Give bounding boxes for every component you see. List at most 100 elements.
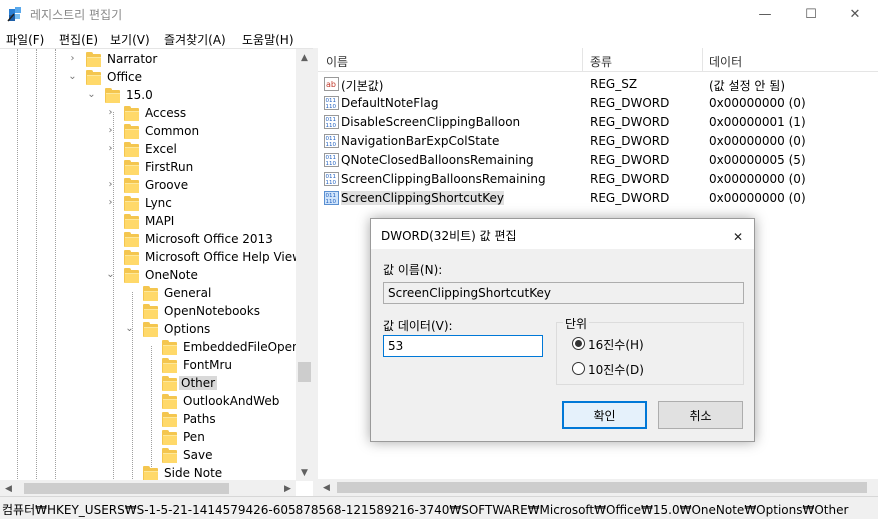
regedit-app-icon: [7, 7, 21, 22]
value-name: ScreenClippingShortcutKey: [341, 191, 504, 205]
value-data: 0x00000005 (5): [709, 153, 806, 167]
collapse-chevron-icon[interactable]: ⌄: [67, 71, 78, 84]
collapse-chevron-icon[interactable]: ⌄: [86, 89, 97, 102]
base-group-label: 단위: [563, 315, 590, 332]
value-type: REG_SZ: [590, 77, 638, 91]
menu-help[interactable]: 도움말(H): [242, 31, 294, 48]
tree-node-label: Pen: [183, 430, 205, 444]
scroll-left-icon[interactable]: ◀: [0, 480, 17, 497]
expand-chevron-icon[interactable]: ›: [105, 143, 116, 156]
tree-node-label: Narrator: [107, 52, 158, 66]
binary-value-icon: 011110: [324, 172, 339, 186]
expand-chevron-icon[interactable]: ›: [105, 125, 116, 138]
collapse-chevron-icon[interactable]: ⌄: [124, 323, 135, 336]
collapse-chevron-icon[interactable]: ⌄: [105, 269, 116, 282]
scroll-left-icon[interactable]: ◀: [318, 479, 335, 496]
list-row-selected[interactable]: 011 110 ScreenClippingShortcutKey REG_DWO…: [318, 189, 878, 208]
tree-node-label: EmbeddedFileOpenConfirmation: [183, 340, 296, 354]
folder-icon: [143, 322, 159, 338]
close-icon: ✕: [733, 230, 744, 244]
tree-node-label: Microsoft Office 2013: [145, 232, 273, 246]
registry-tree: › Narrator ⌄ Office ⌄ 15.0 › Access › Co…: [0, 49, 296, 481]
value-data-input[interactable]: 53: [383, 335, 543, 357]
folder-icon: [86, 52, 102, 68]
list-row[interactable]: 011 110 DisableScreenClippingBalloon REG_…: [318, 113, 878, 132]
folder-icon: [124, 106, 140, 122]
value-name: QNoteClosedBalloonsRemaining: [341, 153, 534, 167]
list-horizontal-scrollbar[interactable]: ◀: [318, 479, 878, 496]
list-row[interactable]: 011 110 DefaultNoteFlag REG_DWORD 0x00000…: [318, 94, 878, 113]
ok-button[interactable]: 확인: [562, 401, 647, 429]
tree-guide-line: [36, 49, 37, 481]
tree-node-label: Side Note: [164, 466, 223, 480]
list-row[interactable]: 011 110 ScreenClippingBalloonsRemaining R…: [318, 170, 878, 189]
string-value-icon: ab: [324, 77, 339, 91]
value-name-field: ScreenClippingShortcutKey: [383, 282, 744, 304]
svg-text:110: 110: [326, 142, 337, 148]
registry-tree-pane: › Narrator ⌄ Office ⌄ 15.0 › Access › Co…: [0, 48, 313, 497]
list-row[interactable]: 011 110 NavigationBarExpColState REG_DWOR…: [318, 132, 878, 151]
expand-chevron-icon[interactable]: ›: [105, 197, 116, 210]
tree-horizontal-scrollbar[interactable]: ◀ ▶: [0, 480, 296, 497]
maximize-button[interactable]: ☐: [788, 0, 834, 28]
scroll-right-icon[interactable]: ▶: [279, 480, 296, 497]
folder-icon: [124, 196, 140, 212]
hex-radio[interactable]: [572, 337, 585, 350]
menu-edit[interactable]: 편집(E): [59, 31, 98, 48]
menu-file[interactable]: 파일(F): [6, 31, 44, 48]
column-header-type[interactable]: 종류: [590, 53, 612, 70]
tree-guide-line: [55, 49, 56, 481]
value-data: 0x00000000 (0): [709, 134, 806, 148]
cancel-button[interactable]: 취소: [658, 401, 743, 429]
folder-icon: [86, 70, 102, 86]
value-name: ScreenClippingBalloonsRemaining: [341, 172, 546, 186]
value-data: (값 설정 안 됨): [709, 79, 786, 93]
dialog-title-bar: DWORD(32비트) 값 편집 ✕: [371, 219, 754, 249]
menu-view[interactable]: 보기(V): [110, 31, 150, 48]
expand-chevron-icon[interactable]: ›: [105, 107, 116, 120]
hex-radio-label[interactable]: 16진수(H): [588, 336, 644, 353]
dialog-close-button[interactable]: ✕: [723, 222, 753, 246]
value-name: (기본값): [341, 79, 384, 93]
column-header-name[interactable]: 이름: [326, 53, 348, 70]
minimize-button[interactable]: —: [742, 0, 788, 28]
value-name: DisableScreenClippingBalloon: [341, 115, 521, 129]
binary-value-icon: 011110: [324, 96, 339, 110]
tree-node-label: Save: [183, 448, 213, 462]
tree-node-label: OpenNotebooks: [164, 304, 260, 318]
tree-node-label: Groove: [145, 178, 189, 192]
minimize-icon: —: [758, 6, 772, 22]
expand-chevron-icon[interactable]: ›: [67, 53, 78, 66]
folder-icon: [143, 466, 159, 481]
folder-icon: [162, 412, 178, 428]
folder-icon: [162, 448, 178, 464]
column-divider[interactable]: [702, 48, 703, 72]
scroll-thumb[interactable]: [337, 482, 867, 493]
scroll-thumb[interactable]: [24, 483, 229, 494]
menu-favorites[interactable]: 즐겨찾기(A): [164, 31, 226, 48]
close-window-button[interactable]: ✕: [832, 0, 878, 28]
list-row[interactable]: 011 110 QNoteClosedBalloonsRemaining REG_…: [318, 151, 878, 170]
svg-text:110: 110: [326, 180, 337, 186]
folder-icon: [124, 250, 140, 266]
expand-chevron-icon[interactable]: ›: [105, 179, 116, 192]
tree-guide-line: [17, 49, 18, 481]
tree-guide-line: [132, 292, 133, 481]
value-type: REG_DWORD: [590, 134, 670, 148]
scroll-up-icon[interactable]: ▲: [296, 49, 313, 66]
scroll-down-icon[interactable]: ▼: [296, 464, 313, 481]
column-header-data[interactable]: 데이터: [709, 53, 742, 70]
folder-icon: [124, 178, 140, 194]
folder-icon: [143, 304, 159, 320]
folder-icon: [124, 268, 140, 284]
tree-vertical-scrollbar[interactable]: ▲ ▼: [296, 49, 313, 481]
dec-radio[interactable]: [572, 362, 585, 375]
scroll-thumb[interactable]: [298, 362, 311, 382]
list-row[interactable]: ab (기본값) REG_SZ (값 설정 안 됨): [318, 75, 878, 94]
binary-value-icon: 011110: [324, 191, 339, 205]
column-divider[interactable]: [582, 48, 583, 72]
close-icon: ✕: [849, 6, 861, 22]
value-type: REG_DWORD: [590, 172, 670, 186]
dec-radio-label[interactable]: 10진수(D): [588, 361, 644, 378]
open-folder-icon: [162, 376, 178, 392]
